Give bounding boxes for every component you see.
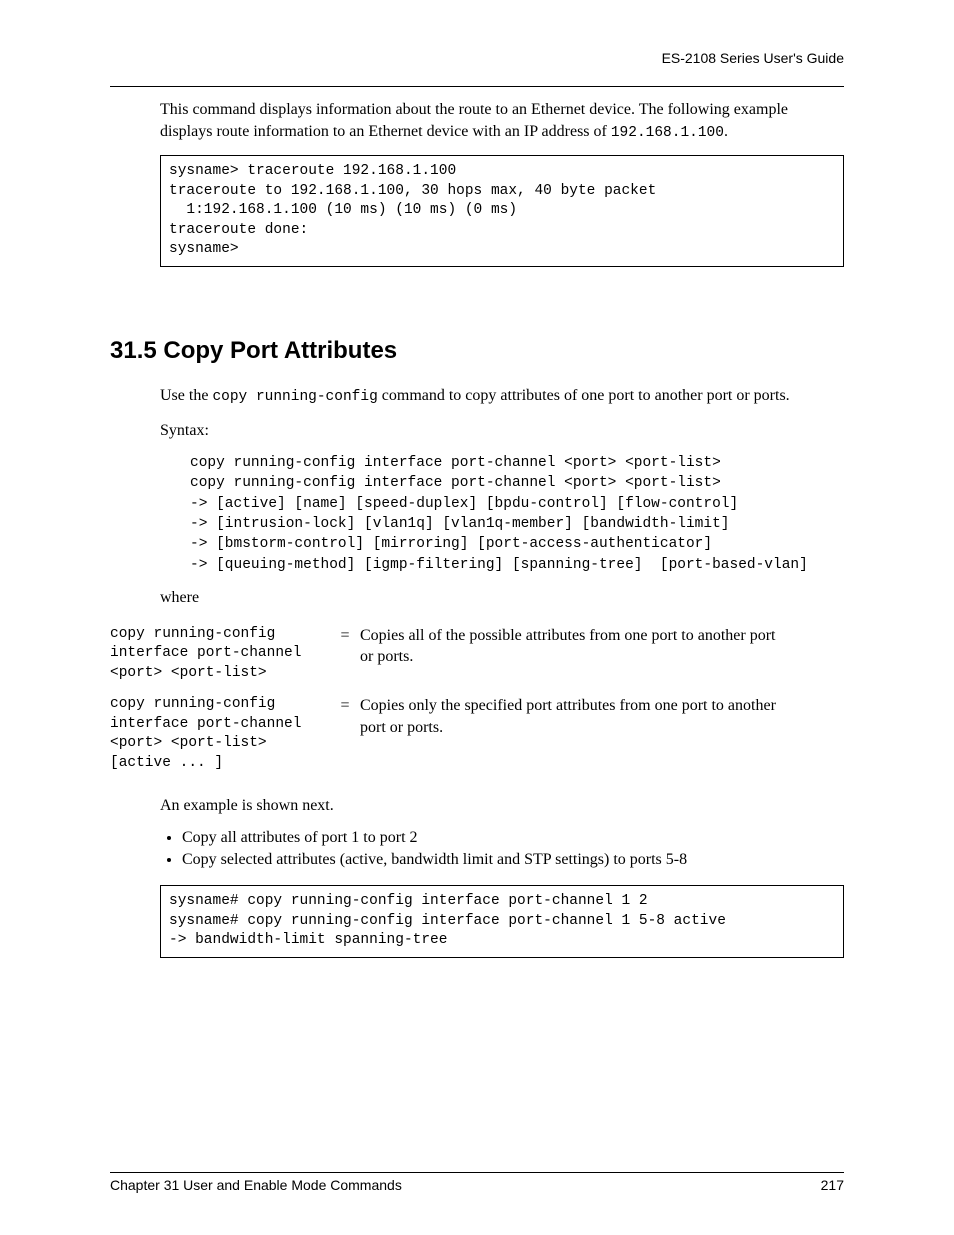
def-term: copy running-config interface port-chann… [110,623,336,694]
header-rule [110,86,844,87]
list-item: Copy all attributes of port 1 to port 2 [182,829,844,847]
where-label: where [160,587,844,609]
example-bullets: Copy all attributes of port 1 to port 2 … [182,829,844,869]
def-desc: Copies only the specified port attribute… [360,693,794,783]
footer-page-number: 217 [821,1177,844,1193]
page-header: ES-2108 Series User's Guide [110,50,844,76]
footer-rule [110,1172,844,1173]
page-footer: Chapter 31 User and Enable Mode Commands… [110,1172,844,1193]
usage-suffix: command to copy attributes of one port t… [378,387,790,404]
example-output-box: sysname# copy running-config interface p… [160,885,844,958]
def-equals: = [336,693,360,783]
list-item: Copy selected attributes (active, bandwi… [182,851,844,869]
traceroute-output-box: sysname> traceroute 192.168.1.100 tracer… [160,155,844,267]
usage-prefix: Use the [160,387,212,404]
table-row: copy running-config interface port-chann… [110,623,794,694]
def-term: copy running-config interface port-chann… [110,693,336,783]
intro-ip-code: 192.168.1.100 [611,125,724,141]
definition-list: copy running-config interface port-chann… [110,623,794,784]
syntax-block: copy running-config interface port-chann… [190,453,844,575]
footer-chapter: Chapter 31 User and Enable Mode Commands [110,1177,402,1193]
usage-paragraph: Use the copy running-config command to c… [160,385,844,408]
section-heading: 31.5 Copy Port Attributes [110,337,844,365]
intro-period: . [724,123,728,140]
usage-command: copy running-config [212,389,377,405]
intro-paragraph: This command displays information about … [160,99,844,143]
syntax-label: Syntax: [160,420,844,442]
def-equals: = [336,623,360,694]
example-intro: An example is shown next. [160,795,844,817]
def-desc: Copies all of the possible attributes fr… [360,623,794,694]
table-row: copy running-config interface port-chann… [110,693,794,783]
